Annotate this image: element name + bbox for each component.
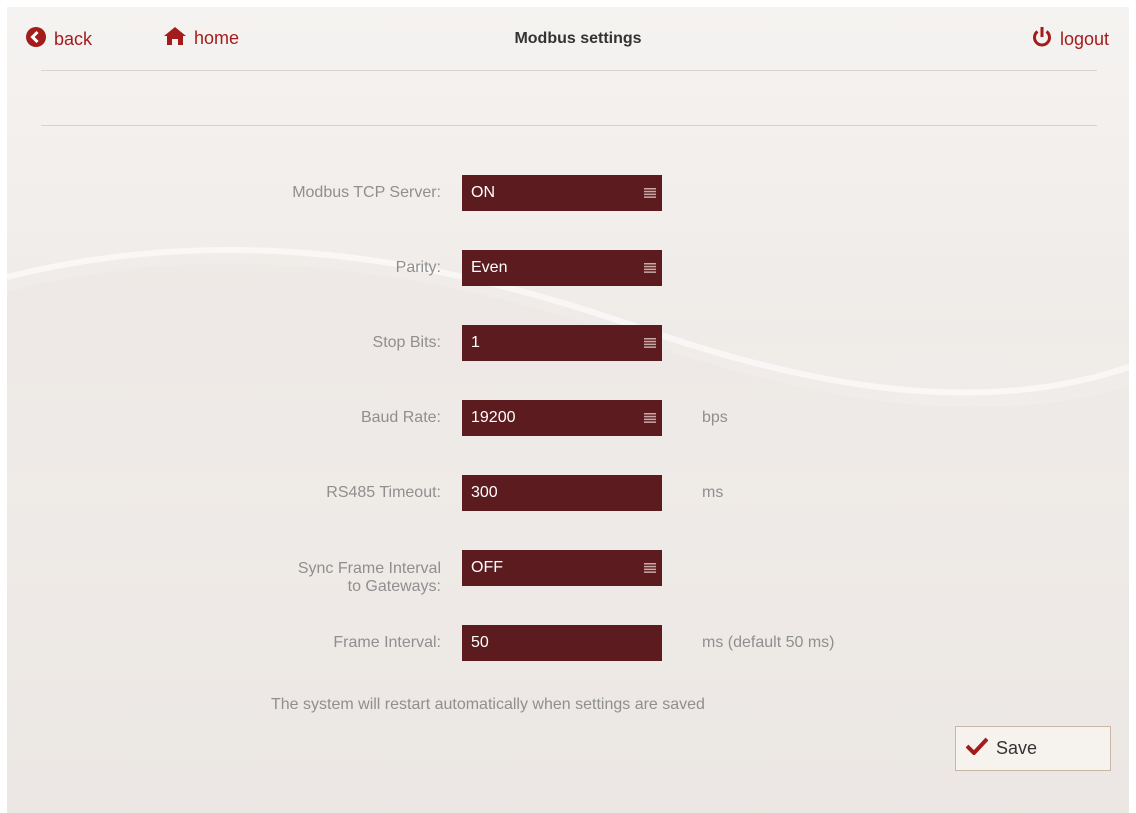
parity-select[interactable]: Even: [462, 250, 662, 286]
sync-frame-interval-label-line1: Sync Frame Interval: [297, 560, 441, 577]
save-label: Save: [996, 738, 1038, 758]
baud-rate-label: Baud Rate:: [360, 409, 441, 426]
frame-interval-row: Frame Interval: 50 ms (default 50 ms): [7, 625, 1129, 661]
modbus-tcp-server-select[interactable]: ON: [462, 175, 662, 211]
rs485-timeout-value: 300: [471, 484, 498, 501]
menu-icon: [644, 188, 656, 198]
stop-bits-label: Stop Bits:: [372, 334, 441, 351]
page-title: Modbus settings: [514, 30, 642, 47]
frame-interval-value: 50: [471, 634, 489, 651]
parity-value: Even: [471, 259, 508, 276]
checkmark-icon: [965, 737, 989, 760]
modbus-tcp-server-label: Modbus TCP Server:: [292, 184, 441, 201]
stop-bits-value: 1: [471, 334, 480, 351]
parity-row: Parity: Even: [7, 250, 1129, 286]
rs485-timeout-row: RS485 Timeout: 300 ms: [7, 475, 1129, 511]
power-icon: [1032, 27, 1052, 52]
logout-label: logout: [1060, 29, 1110, 49]
menu-icon: [644, 338, 656, 348]
divider-second: [41, 125, 1097, 126]
stop-bits-row: Stop Bits: 1: [7, 325, 1129, 361]
logout-button[interactable]: logout: [1032, 27, 1109, 52]
save-button[interactable]: Save: [955, 726, 1111, 771]
stop-bits-select[interactable]: 1: [462, 325, 662, 361]
baud-rate-value: 19200: [471, 409, 516, 426]
rs485-timeout-unit: ms: [702, 484, 724, 501]
sync-frame-interval-row: Sync Frame Interval to Gateways: OFF: [7, 550, 1129, 595]
frame-interval-unit: ms (default 50 ms): [702, 634, 835, 651]
sync-frame-interval-label-line2: to Gateways:: [347, 578, 441, 595]
sync-frame-interval-label: Sync Frame Interval to Gateways:: [298, 560, 441, 596]
baud-rate-row: Baud Rate: 19200 bps: [7, 400, 1129, 436]
modbus-tcp-server-row: Modbus TCP Server: ON: [7, 175, 1129, 211]
baud-rate-select[interactable]: 19200: [462, 400, 662, 436]
header-bar: back home Modbus settings logout: [7, 7, 1129, 71]
menu-icon: [644, 563, 656, 573]
restart-note: The system will restart automatically wh…: [271, 696, 705, 713]
frame-interval-input[interactable]: 50: [462, 625, 662, 661]
baud-rate-unit: bps: [702, 409, 728, 426]
page-frame: back home Modbus settings logout Modbus …: [7, 7, 1129, 813]
rs485-timeout-input[interactable]: 300: [462, 475, 662, 511]
menu-icon: [644, 413, 656, 423]
rs485-timeout-label: RS485 Timeout:: [326, 484, 441, 501]
modbus-tcp-server-value: ON: [471, 184, 495, 201]
sync-frame-interval-value: OFF: [471, 559, 503, 576]
sync-frame-interval-select[interactable]: OFF: [462, 550, 662, 586]
menu-icon: [644, 263, 656, 273]
parity-label: Parity:: [395, 259, 441, 276]
divider-top: [41, 70, 1097, 71]
frame-interval-label: Frame Interval:: [333, 634, 441, 651]
